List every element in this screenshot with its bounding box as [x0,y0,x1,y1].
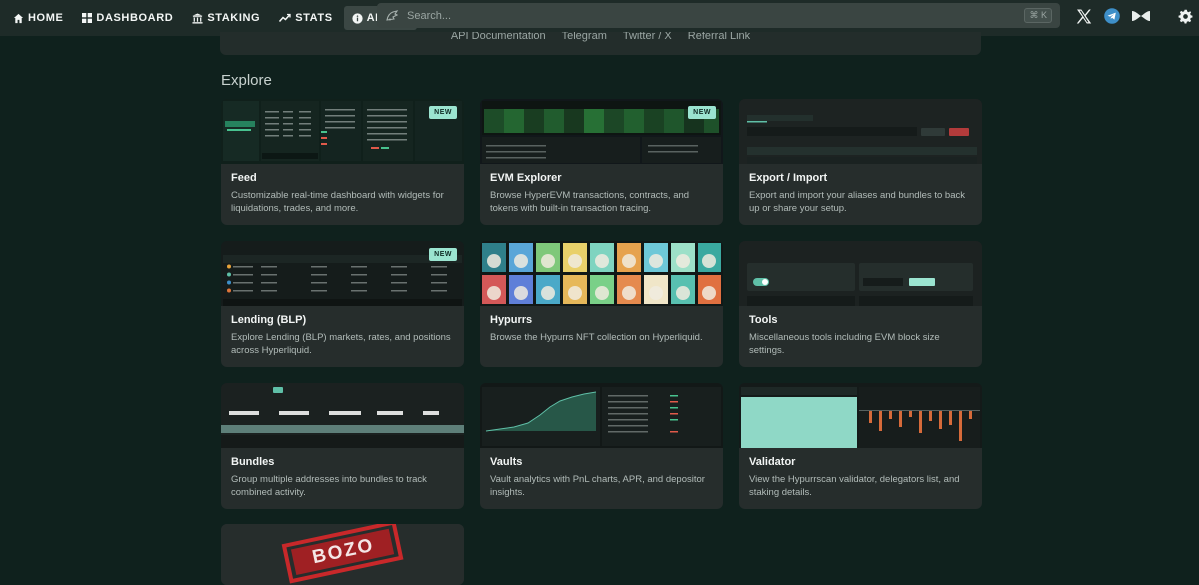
card-bundles[interactable]: Bundles Group multiple addresses into bu… [221,383,464,509]
card-description: Explore Lending (BLP) markets, rates, an… [231,332,451,356]
card-feed[interactable]: NEW Feed Customizable real-time dashboar… [221,99,464,225]
card-evm-explorer[interactable]: NEW EVM Explorer Browse HyperEVM transac… [480,99,723,225]
nav-stats[interactable]: STATS [271,6,340,30]
card-title: EVM Explorer [490,172,562,184]
card-description: Group multiple addresses into bundles to… [231,474,427,498]
chart-line-icon [279,13,291,22]
referral-link[interactable]: Referral Link [688,32,750,55]
card-title: Lending (BLP) [231,314,307,326]
tools-thumbnail [739,241,982,306]
hypurrs-thumbnail [480,241,723,306]
search-box[interactable]: ⌘ K [377,3,1060,28]
new-badge: NEW [429,106,457,119]
card-lending[interactable]: NEW Lending (BLP) Explore Lending (BLP) … [221,241,464,367]
settings-button[interactable] [1175,6,1195,26]
x-logo-icon [1076,9,1092,23]
card-export-import[interactable]: Export / Import Export and import your a… [739,99,982,225]
x-link[interactable] [1074,6,1094,26]
card-description: Customizable real-time dashboard with wi… [231,190,444,214]
card-title: Bundles [231,456,275,468]
card-title: Hypurrs [490,314,533,326]
lending-thumbnail: NEW [221,241,464,306]
card-title: Validator [749,456,796,468]
card-description: Vault analytics with PnL charts, APR, an… [490,474,705,498]
bowtie-icon [1132,11,1150,21]
validator-thumbnail [739,383,982,448]
evm-explorer-thumbnail: NEW [480,99,723,164]
card-description: View the Hypurrscan validator, delegator… [749,474,960,498]
nav-home-label: HOME [28,12,64,24]
nav-dashboard[interactable]: DASHBOARD [74,6,181,30]
nav-staking[interactable]: STAKING [184,6,268,30]
card-description: Browse the Hypurrs NFT collection on Hyp… [490,332,703,343]
nav-home[interactable]: HOME [5,6,71,30]
dashboard-icon [82,13,93,23]
hyperliquid-link[interactable] [1130,6,1152,26]
card-hypurrs[interactable]: Hypurrs Browse the Hypurrs NFT collectio… [480,241,723,367]
section-title: Explore [221,72,272,89]
card-validator[interactable]: Validator View the Hypurrscan validator,… [739,383,982,509]
links-footer: API Documentation Telegram Twitter / X R… [220,32,981,55]
nav-dashboard-label: DASHBOARD [96,12,174,24]
search-input[interactable] [407,9,967,22]
telegram-text-link[interactable]: Telegram [562,32,607,55]
card-vaults[interactable]: Vaults Vault analytics with PnL charts, … [480,383,723,509]
telegram-link[interactable] [1103,6,1121,26]
export-import-thumbnail [739,99,982,164]
bank-icon [192,12,203,24]
card-title: Vaults [490,456,523,468]
api-docs-link[interactable]: API Documentation [451,32,546,55]
search-logo-icon [386,9,399,21]
new-badge: NEW [688,106,716,119]
nav-stats-label: STATS [295,12,333,24]
card-title: Feed [231,172,257,184]
card-description: Miscellaneous tools including EVM block … [749,332,940,356]
card-description: Browse HyperEVM transactions, contracts,… [490,190,690,214]
bundles-thumbnail [221,383,464,448]
bozo-thumbnail: BOZO [221,524,464,585]
home-icon [13,13,24,23]
gear-icon [1178,9,1192,23]
vaults-thumbnail [480,383,723,448]
card-bozo[interactable]: BOZO [221,524,464,585]
new-badge: NEW [429,248,457,261]
card-title: Tools [749,314,778,326]
search-shortcut: ⌘ K [1024,8,1052,23]
card-title: Export / Import [749,172,828,184]
info-icon [352,12,363,24]
twitter-text-link[interactable]: Twitter / X [623,32,672,55]
nav-staking-label: STAKING [207,12,261,24]
telegram-icon [1104,8,1120,24]
top-navbar: HOME DASHBOARD STAKING STATS ABOUT ⌘ K [0,0,1199,36]
feed-thumbnail: NEW [221,99,464,164]
card-description: Export and import your aliases and bundl… [749,190,965,214]
card-tools[interactable]: Tools Miscellaneous tools including EVM … [739,241,982,367]
